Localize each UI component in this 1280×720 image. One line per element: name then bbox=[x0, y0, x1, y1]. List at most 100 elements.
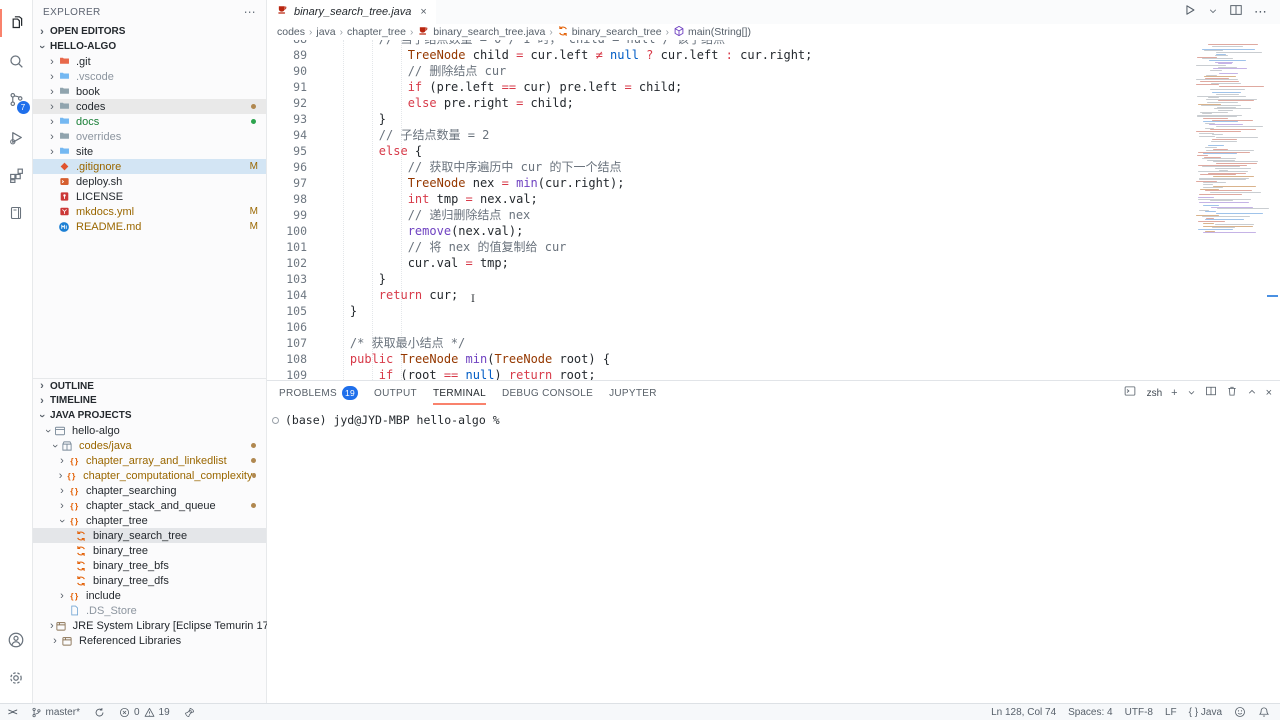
code-editor[interactable]: 88 // 当子结点数量 = 0 / 1 时， child = null / 该… bbox=[267, 40, 1280, 380]
code-token: else bbox=[408, 96, 437, 110]
terminal-launch-icon[interactable] bbox=[1124, 384, 1136, 402]
section-timeline[interactable]: › TIMELINE bbox=[33, 393, 266, 408]
tab-close-icon[interactable]: × bbox=[420, 6, 426, 18]
line-text: // 获取中序遍历中 cur 的下一个结点 bbox=[321, 159, 622, 175]
activity-settings-icon[interactable] bbox=[0, 659, 33, 697]
panel-tab-problems[interactable]: PROBLEMS19 bbox=[279, 381, 358, 405]
explorer-file-row[interactable]: ›docs bbox=[33, 114, 266, 129]
notifications-bell-icon[interactable] bbox=[1258, 706, 1270, 718]
run-dropdown-chevron-icon[interactable] bbox=[1208, 3, 1218, 21]
git-branch-item[interactable]: master* bbox=[31, 707, 80, 718]
breadcrumb-item[interactable]: codes bbox=[277, 26, 305, 38]
minimap-line bbox=[1194, 144, 1266, 145]
java-node-name: chapter_tree bbox=[86, 515, 148, 527]
java-node-name: .DS_Store bbox=[86, 605, 137, 617]
java-tree-row[interactable]: ›{ }chapter_array_and_linkedlist bbox=[33, 453, 266, 468]
explorer-file-row[interactable]: ›.vscode bbox=[33, 69, 266, 84]
breadcrumb-item[interactable]: chapter_tree bbox=[347, 26, 406, 38]
activity-extensions-icon[interactable] bbox=[0, 156, 33, 194]
code-token bbox=[321, 224, 408, 238]
explorer-file-row[interactable]: .gitignoreM bbox=[33, 159, 266, 174]
maximize-panel-button[interactable] bbox=[1247, 384, 1257, 402]
explorer-file-row[interactable]: mkdocs.ymlM bbox=[33, 204, 266, 219]
minimap-line bbox=[1216, 213, 1263, 214]
java-tree-row[interactable]: ›JRE System Library [Eclipse Temurin 17 … bbox=[33, 618, 266, 633]
tab-binary-search-tree[interactable]: binary_search_tree.java × bbox=[267, 0, 436, 24]
code-line: 93 } bbox=[267, 111, 1280, 127]
panel-tab-jupyter[interactable]: JUPYTER bbox=[609, 381, 657, 405]
split-terminal-button[interactable] bbox=[1205, 384, 1217, 402]
section-java-projects[interactable]: › JAVA PROJECTS bbox=[33, 408, 266, 423]
java-tree-row[interactable]: binary_tree bbox=[33, 543, 266, 558]
overview-ruler[interactable] bbox=[1266, 40, 1280, 380]
breadcrumb-item[interactable]: binary_search_tree.java bbox=[417, 24, 545, 40]
run-button[interactable] bbox=[1183, 3, 1197, 22]
explorer-file-row[interactable]: ›overrides bbox=[33, 129, 266, 144]
breadcrumb-item[interactable]: main(String[]) bbox=[673, 25, 751, 40]
explorer-file-row[interactable]: deploy.sh bbox=[33, 174, 266, 189]
java-status-icon[interactable] bbox=[184, 707, 195, 718]
java-tree-row[interactable]: binary_search_tree bbox=[33, 528, 266, 543]
java-tree-row[interactable]: .DS_Store bbox=[33, 603, 266, 618]
shell-name[interactable]: zsh bbox=[1147, 388, 1163, 399]
java-tree-row[interactable]: binary_tree_bfs bbox=[33, 558, 266, 573]
new-terminal-button[interactable]: + bbox=[1171, 387, 1177, 399]
status-item[interactable]: { } Java bbox=[1189, 707, 1222, 718]
section-outline[interactable]: › OUTLINE bbox=[33, 378, 266, 393]
panel-tab-debug-console[interactable]: DEBUG CONSOLE bbox=[502, 381, 593, 405]
activity-source-control-icon[interactable]: 7 bbox=[0, 80, 33, 118]
sync-changes-button[interactable] bbox=[94, 707, 105, 718]
java-node-name: binary_tree bbox=[93, 545, 148, 557]
panel-tab-output[interactable]: OUTPUT bbox=[374, 381, 417, 405]
java-tree-row[interactable]: ›codes/java bbox=[33, 438, 266, 453]
explorer-file-row[interactable]: ›book bbox=[33, 84, 266, 99]
close-panel-button[interactable]: × bbox=[1266, 387, 1272, 399]
breadcrumb-item[interactable]: binary_search_tree bbox=[557, 25, 662, 40]
section-open-editors[interactable]: › OPEN EDITORS bbox=[33, 24, 266, 39]
java-tree-row[interactable]: ›{ }chapter_tree bbox=[33, 513, 266, 528]
explorer-file-row[interactable]: ›codes bbox=[33, 99, 266, 114]
problems-summary[interactable]: 019 bbox=[119, 707, 170, 718]
explorer-more-actions[interactable]: ⋯ bbox=[244, 5, 256, 19]
section-root-folder[interactable]: › HELLO-ALGO bbox=[33, 39, 266, 54]
explorer-file-row[interactable]: README.mdM bbox=[33, 219, 266, 234]
java-tree-row[interactable]: ›{ }chapter_stack_and_queue bbox=[33, 498, 266, 513]
panel-tab-terminal[interactable]: TERMINAL bbox=[433, 381, 486, 405]
code-token: // 删除结点 cur bbox=[321, 64, 506, 78]
activity-run-debug-icon[interactable] bbox=[0, 118, 33, 156]
line-number: 93 bbox=[267, 111, 307, 127]
terminal-dropdown-chevron-icon[interactable] bbox=[1187, 384, 1196, 402]
breadcrumb-item[interactable]: java bbox=[316, 26, 335, 38]
explorer-file-row[interactable]: ›site bbox=[33, 144, 266, 159]
kill-terminal-button[interactable] bbox=[1226, 384, 1238, 402]
java-tree-row[interactable]: ›{ }chapter_computational_complexity bbox=[33, 468, 266, 483]
java-tree-row[interactable]: ›Referenced Libraries bbox=[33, 633, 266, 648]
vscode-window: 7 EXPLORER ⋯ › OPEN EDITORS › HELLO-ALGO… bbox=[0, 0, 1280, 720]
feedback-smiley-icon[interactable] bbox=[1234, 706, 1246, 718]
explorer-file-row[interactable]: LICENSE bbox=[33, 189, 266, 204]
explorer-file-row[interactable]: ›.git bbox=[33, 54, 266, 69]
status-item[interactable]: Spaces: 4 bbox=[1068, 707, 1112, 718]
status-item[interactable]: LF bbox=[1165, 707, 1177, 718]
activity-notebook-icon[interactable] bbox=[0, 194, 33, 232]
java-tree-row[interactable]: binary_tree_dfs bbox=[33, 573, 266, 588]
line-text: // 递归删除结点 nex bbox=[321, 207, 530, 223]
more-actions-button[interactable]: ⋯ bbox=[1254, 4, 1268, 20]
split-editor-button[interactable] bbox=[1229, 3, 1243, 22]
code-token: TreeNode bbox=[408, 176, 466, 190]
file-tree: ›.git›.vscode›book›codes›docs›overrides›… bbox=[33, 54, 266, 234]
java-tree-row[interactable]: ›{ }include bbox=[33, 588, 266, 603]
java-tree-row[interactable]: ›hello-algo bbox=[33, 423, 266, 438]
line-text: int tmp = nex.val; bbox=[321, 191, 538, 207]
code-token bbox=[458, 352, 465, 366]
status-item[interactable]: UTF-8 bbox=[1125, 707, 1153, 718]
minimap[interactable] bbox=[1194, 44, 1266, 234]
java-tree-row[interactable]: ›{ }chapter_searching bbox=[33, 483, 266, 498]
activity-explorer-icon[interactable] bbox=[0, 4, 33, 42]
code-line: 90 // 删除结点 cur bbox=[267, 63, 1280, 79]
activity-search-icon[interactable] bbox=[0, 42, 33, 80]
terminal[interactable]: (base) jyd@JYD-MBP hello-algo % bbox=[267, 405, 1280, 703]
remote-indicator[interactable]: >< bbox=[8, 707, 17, 717]
status-item[interactable]: Ln 128, Col 74 bbox=[991, 707, 1056, 718]
activity-account-icon[interactable] bbox=[0, 621, 33, 659]
